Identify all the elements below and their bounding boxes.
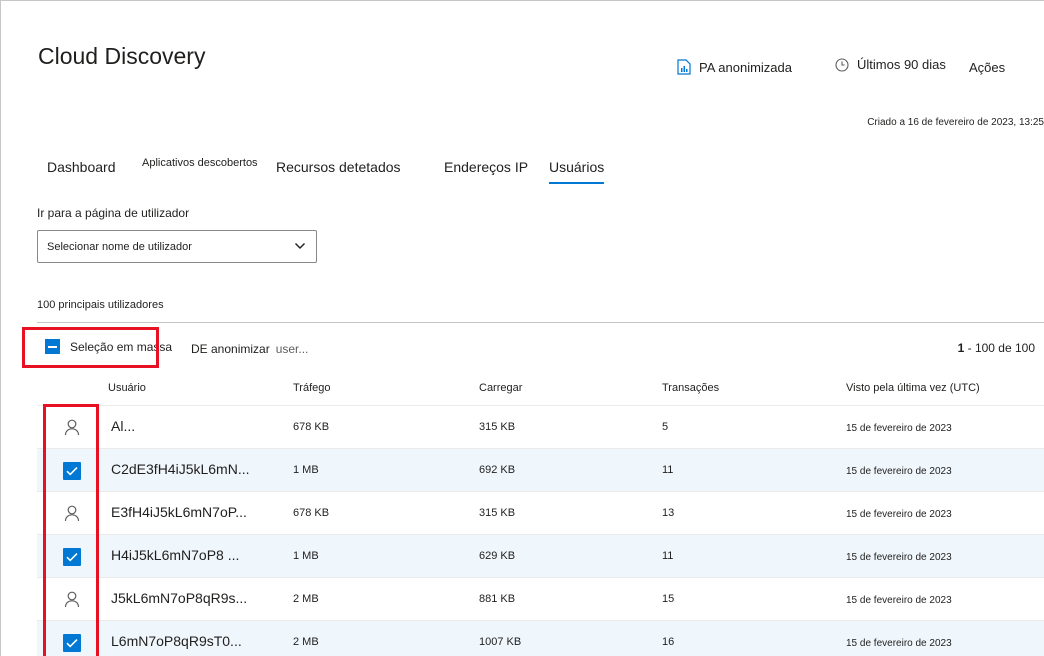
created-timestamp: Criado a 16 de fevereiro de 2023, 13:25: [867, 117, 1044, 128]
cell-transactions: 11: [662, 550, 674, 562]
cell-transactions: 13: [662, 507, 675, 519]
column-header-traffic[interactable]: Tráfego: [293, 382, 331, 394]
cell-upload: 315 KB: [479, 421, 516, 433]
table-header: Usuário Tráfego Carregar Transações Vist…: [37, 373, 1044, 406]
table-row[interactable]: J5kL6mN7oP8qR9s... 2 MB 881 KB 15 15 de …: [37, 578, 1044, 621]
tab-dashboard[interactable]: Dashboard: [47, 159, 116, 175]
table-row[interactable]: Al... 678 KB 315 KB 5 15 de fevereiro de…: [37, 406, 1044, 449]
goto-user-label: Ir para a página de utilizador: [37, 206, 190, 220]
cell-last-seen: 15 de fevereiro de 2023: [846, 638, 952, 649]
cell-last-seen: 15 de fevereiro de 2023: [846, 466, 952, 477]
highlight-box-bulk-select: [22, 327, 159, 368]
clock-icon: [835, 57, 849, 72]
cell-user[interactable]: J5kL6mN7oP8qR9s...: [111, 590, 247, 606]
cell-upload: 315 KB: [479, 507, 516, 519]
cell-upload: 1007 KB: [479, 636, 522, 648]
cell-user[interactable]: E3fH4iJ5kL6mN7oP...: [111, 504, 247, 520]
column-header-user[interactable]: Usuário: [108, 382, 146, 394]
table-row[interactable]: L6mN7oP8qR9sT0... 2 MB 1007 KB 16 15 de …: [37, 621, 1044, 656]
table-row[interactable]: E3fH4iJ5kL6mN7oP... 678 KB 315 KB 13 15 …: [37, 492, 1044, 535]
tab-discovered-apps[interactable]: Aplicativos descobertos: [142, 157, 258, 169]
report-icon: [677, 59, 691, 75]
chevron-down-icon: [295, 243, 305, 249]
cell-upload: 692 KB: [479, 464, 516, 476]
cell-transactions: 16: [662, 636, 675, 648]
table-body: Al... 678 KB 315 KB 5 15 de fevereiro de…: [37, 406, 1044, 656]
cell-user[interactable]: L6mN7oP8qR9sT0...: [111, 633, 242, 649]
tab-discovered-resources[interactable]: Recursos detetados: [276, 159, 401, 175]
cell-user[interactable]: H4iJ5kL6mN7oP8 ...: [111, 547, 239, 563]
cell-transactions: 11: [662, 464, 674, 476]
anonymized-report-label: PA anonimizada: [699, 59, 792, 75]
cell-traffic: 678 KB: [293, 421, 330, 433]
cell-traffic: 678 KB: [293, 507, 330, 519]
cell-traffic: 1 MB: [293, 550, 319, 562]
cell-upload: 881 KB: [479, 593, 516, 605]
column-header-last-seen[interactable]: Visto pela última vez (UTC): [846, 382, 980, 394]
cell-last-seen: 15 de fevereiro de 2023: [846, 423, 952, 434]
pager-range: 1: [957, 341, 965, 355]
cell-last-seen: 15 de fevereiro de 2023: [846, 509, 952, 520]
pagination-info: 1 - 100 de 100: [958, 341, 1035, 355]
table-row[interactable]: H4iJ5kL6mN7oP8 ... 1 MB 629 KB 11 15 de …: [37, 535, 1044, 578]
cell-upload: 629 KB: [479, 550, 516, 562]
divider: [37, 322, 1044, 323]
table-row[interactable]: C2dE3fH4iJ5kL6mN... 1 MB 692 KB 11 15 de…: [37, 449, 1044, 492]
app-frame: Cloud Discovery PA anonimizada Últimos 9…: [0, 0, 1044, 656]
deanonymize-button[interactable]: DE anonimizar user...: [191, 342, 308, 356]
column-header-transactions[interactable]: Transações: [662, 382, 719, 394]
cell-user[interactable]: Al...: [111, 418, 135, 434]
tab-bar: Dashboard Aplicativos descobertos Recurs…: [1, 151, 1044, 185]
period-button[interactable]: Últimos 90 dias: [835, 57, 946, 72]
cell-traffic: 1 MB: [293, 464, 319, 476]
cell-traffic: 2 MB: [293, 593, 319, 605]
user-select-dropdown[interactable]: Selecionar nome de utilizador: [37, 230, 317, 263]
cell-last-seen: 15 de fevereiro de 2023: [846, 595, 952, 606]
table-title: 100 principais utilizadores: [37, 299, 164, 311]
pager-total: - 100 de 100: [967, 341, 1035, 355]
cell-last-seen: 15 de fevereiro de 2023: [846, 552, 952, 563]
tab-ip-addresses[interactable]: Endereços IP: [444, 159, 528, 175]
period-label: Últimos 90 dias: [857, 57, 946, 72]
column-header-upload[interactable]: Carregar: [479, 382, 522, 394]
cell-transactions: 5: [662, 421, 669, 433]
deanonymize-label: DE anonimizar: [191, 342, 270, 356]
user-select-value: Selecionar nome de utilizador: [47, 240, 192, 253]
cell-user[interactable]: C2dE3fH4iJ5kL6mN...: [111, 461, 250, 477]
highlight-box-row-selectors: [43, 404, 99, 656]
deanonymize-suffix: user...: [275, 342, 309, 356]
tab-users[interactable]: Usuários: [549, 159, 605, 184]
page-title: Cloud Discovery: [38, 43, 206, 69]
cell-transactions: 15: [662, 593, 675, 605]
cell-traffic: 2 MB: [293, 636, 319, 648]
anonymized-report-button[interactable]: PA anonimizada: [677, 59, 792, 75]
actions-button[interactable]: Ações: [969, 60, 1005, 75]
